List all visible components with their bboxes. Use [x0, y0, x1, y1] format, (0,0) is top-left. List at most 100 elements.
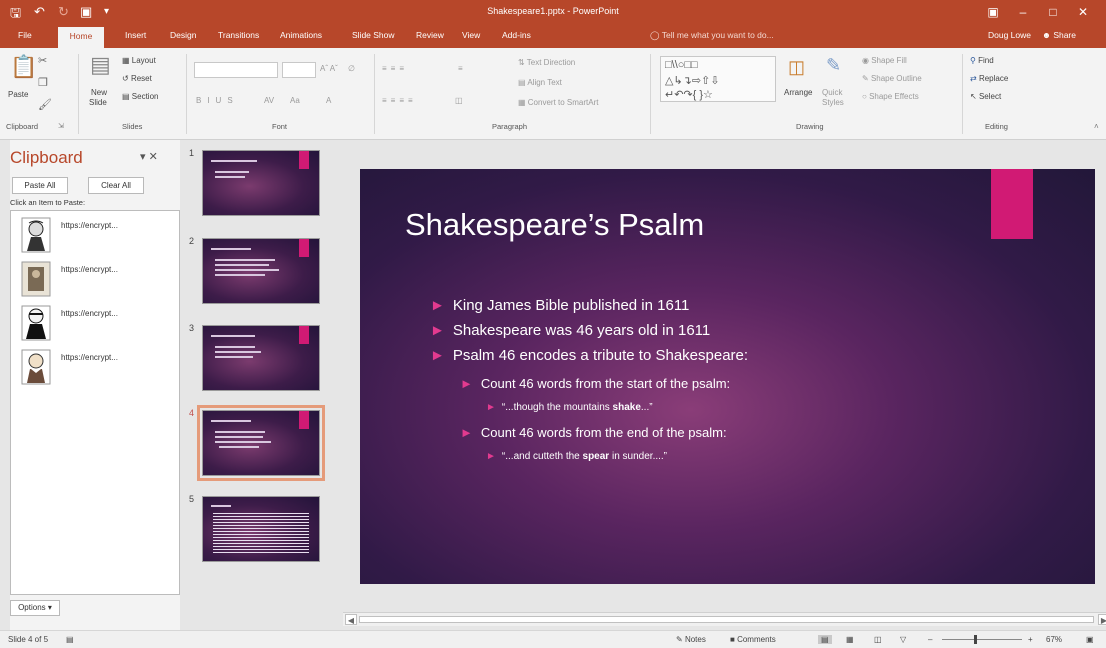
clipboard-item[interactable]: https://encrypt... — [15, 349, 175, 389]
align-text-button[interactable]: ▤ Align Text — [518, 78, 562, 87]
scrollbar-thumb[interactable] — [359, 616, 1094, 623]
slide-thumbnail-2[interactable] — [202, 238, 320, 304]
tab-view[interactable]: View — [462, 30, 480, 40]
paste-label[interactable]: Paste — [8, 90, 28, 99]
copy-icon[interactable]: ❐ — [38, 78, 48, 89]
ribbon-display-options-icon[interactable]: ▣ — [980, 3, 1006, 21]
new-slide-label[interactable]: New — [91, 88, 107, 97]
quick-label[interactable]: Quick — [822, 88, 842, 97]
horizontal-scrollbar[interactable]: ◀ ▶ — [343, 612, 1106, 626]
clipboard-launcher-icon[interactable]: ⇲ — [58, 122, 64, 130]
quote-bullet-item[interactable]: ► “...and cutteth the spear in sunder....… — [486, 451, 667, 462]
clipboard-item[interactable]: https://encrypt... — [15, 217, 175, 257]
notes-icon: ✎ — [676, 635, 685, 644]
slide-thumbnail-5[interactable] — [202, 496, 320, 562]
options-button[interactable]: Options ▾ — [10, 600, 60, 616]
zoom-out-icon[interactable]: – — [928, 635, 932, 644]
select-button[interactable]: ↖ Select — [970, 92, 1001, 101]
sub-bullet-item[interactable]: ► Count 46 words from the end of the psal… — [460, 425, 727, 440]
slide-sorter-icon[interactable]: ▦ — [846, 635, 854, 644]
zoom-in-icon[interactable]: + — [1028, 635, 1033, 644]
grow-font-icon[interactable]: Aˆ Aˇ — [320, 64, 338, 73]
fit-to-window-icon[interactable]: ▣ — [1086, 635, 1094, 644]
collapse-ribbon-icon[interactable]: ˄ — [1094, 122, 1099, 131]
shape-effects-button[interactable]: ○ Shape Effects — [862, 92, 919, 101]
shapes-gallery[interactable]: □\\○□□ △↳↴⇨⇧⇩ ↵↶↷{ }☆ — [660, 56, 776, 102]
quick-styles-icon[interactable]: ✎ — [826, 56, 841, 74]
tab-design[interactable]: Design — [170, 30, 196, 40]
tab-slide-show[interactable]: Slide Show — [352, 30, 395, 40]
tab-add-ins[interactable]: Add-ins — [502, 30, 531, 40]
section-button[interactable]: ▤ Section — [122, 92, 158, 101]
user-name[interactable]: Doug Lowe — [988, 30, 1031, 40]
tab-home[interactable]: Home — [58, 27, 104, 48]
arrange-icon[interactable]: ◫ — [788, 58, 805, 76]
shape-outline-button[interactable]: ✎ Shape Outline — [862, 74, 922, 83]
scroll-right-icon[interactable]: ▶ — [1098, 614, 1106, 625]
slide-show-icon[interactable]: ▽ — [900, 635, 906, 644]
slide-thumbnail-1[interactable] — [202, 150, 320, 216]
maximize-button[interactable]: □ — [1040, 3, 1066, 21]
cut-icon[interactable]: ✂ — [38, 56, 47, 67]
scroll-left-icon[interactable]: ◀ — [345, 614, 357, 625]
shape-fill-button[interactable]: ◉ Shape Fill — [862, 56, 907, 65]
clear-all-button[interactable]: Clear All — [88, 177, 144, 194]
spell-check-icon[interactable]: ▤ — [66, 635, 74, 644]
columns-icon[interactable]: ◫ — [455, 96, 463, 105]
tell-me-box[interactable]: ◯ Tell me what you want to do... — [650, 30, 774, 41]
tab-animations[interactable]: Animations — [280, 30, 322, 40]
arrange-label[interactable]: Arrange — [784, 88, 812, 97]
paste-all-button[interactable]: Paste All — [12, 177, 68, 194]
pane-controls[interactable]: ▾ ✕ — [140, 150, 158, 163]
bullet-item[interactable]: ► Psalm 46 encodes a tribute to Shakespea… — [430, 347, 748, 364]
format-painter-icon[interactable]: 🖌 — [38, 100, 52, 111]
close-icon[interactable]: ✕ — [149, 151, 158, 163]
replace-button[interactable]: ⇄ Replace — [970, 74, 1008, 83]
clipboard-item[interactable]: https://encrypt... — [15, 261, 175, 301]
slide-canvas[interactable]: Shakespeare’s Psalm ► King James Bible pu… — [360, 169, 1095, 584]
tab-transitions[interactable]: Transitions — [218, 30, 259, 40]
slide-thumbnail-3[interactable] — [202, 325, 320, 391]
clear-formatting-icon[interactable]: ∅ — [348, 64, 355, 73]
reset-button[interactable]: ↺ Reset — [122, 74, 152, 83]
sub-bullet-item[interactable]: ► Count 46 words from the start of the ps… — [460, 376, 730, 391]
layout-button[interactable]: ▦ Layout — [122, 56, 156, 65]
change-case-icon[interactable]: Aa — [290, 96, 300, 105]
bullet-item[interactable]: ► Shakespeare was 46 years old in 1611 — [430, 322, 710, 339]
align-icons[interactable]: ≡≡≡≡ — [382, 96, 417, 105]
character-spacing-icon[interactable]: AV — [264, 96, 274, 105]
clipboard-item[interactable]: https://encrypt... — [15, 305, 175, 345]
notes-button[interactable]: ✎ Notes — [676, 635, 706, 644]
paste-icon[interactable]: 📋 — [10, 56, 37, 78]
normal-view-icon[interactable]: ▤ — [818, 635, 832, 644]
text-direction-button[interactable]: ⇅ Text Direction — [518, 58, 575, 67]
zoom-slider-track[interactable] — [942, 639, 1022, 640]
font-name-box[interactable] — [194, 62, 278, 78]
slide-title[interactable]: Shakespeare’s Psalm — [405, 207, 704, 243]
share-button[interactable]: ☻ Share — [1042, 30, 1076, 40]
reading-view-icon[interactable]: ◫ — [874, 635, 882, 644]
font-color-icon[interactable]: A — [326, 96, 331, 105]
tab-review[interactable]: Review — [416, 30, 444, 40]
line-spacing-icon[interactable]: ≡ — [458, 64, 463, 73]
font-size-box[interactable] — [282, 62, 316, 78]
minimize-button[interactable]: – — [1010, 3, 1036, 21]
zoom-level[interactable]: 67% — [1046, 635, 1062, 644]
tab-file[interactable]: File — [18, 30, 32, 40]
new-slide-label-2[interactable]: Slide — [89, 98, 107, 107]
find-button[interactable]: ⚲ Find — [970, 56, 994, 65]
slide-thumbnail-4[interactable] — [197, 405, 325, 481]
zoom-slider-handle[interactable] — [974, 635, 977, 644]
new-slide-icon[interactable]: ▤ — [90, 54, 111, 76]
font-style-buttons[interactable]: BIUS — [196, 96, 239, 105]
tab-insert[interactable]: Insert — [125, 30, 146, 40]
divider — [186, 54, 187, 134]
convert-smartart-button[interactable]: ▦ Convert to SmartArt — [518, 98, 598, 107]
bullet-item[interactable]: ► King James Bible published in 1611 — [430, 297, 689, 314]
quote-bullet-item[interactable]: ► “...though the mountains shake...” — [486, 402, 653, 413]
bullets-icon[interactable]: ≡≡≡ — [382, 64, 408, 73]
chevron-down-icon[interactable]: ▾ — [140, 151, 146, 163]
styles-label[interactable]: Styles — [822, 98, 844, 107]
close-button[interactable]: ✕ — [1070, 3, 1096, 21]
comments-button[interactable]: ■ Comments — [730, 635, 776, 644]
